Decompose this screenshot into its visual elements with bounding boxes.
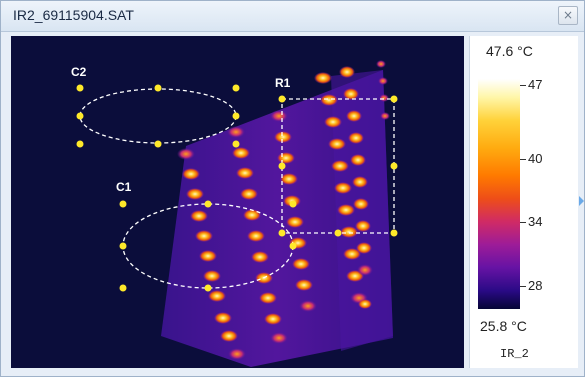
- roi-r1-handle[interactable]: [278, 229, 286, 237]
- ir-image-window: IR2_69115904.SAT × C2 R1 C1 47.6 °C 47 4…: [0, 0, 585, 377]
- roi-r1-handle[interactable]: [390, 162, 398, 170]
- scale-min-label: 25.8 °C: [480, 318, 527, 334]
- scale-tick: [520, 85, 526, 87]
- temperature-scale-panel: 47.6 °C 47 40 34 28 25.8 °C IR_2: [469, 36, 578, 368]
- scale-tick: [520, 222, 526, 224]
- close-icon[interactable]: ×: [558, 6, 578, 25]
- roi-c2-handle[interactable]: [76, 140, 84, 148]
- roi-c2-handle[interactable]: [154, 140, 162, 148]
- roi-c1-handle[interactable]: [119, 200, 127, 208]
- roi-c2-handle[interactable]: [232, 140, 240, 148]
- roi-c2-handle[interactable]: [76, 112, 84, 120]
- roi-c2-handle[interactable]: [76, 84, 84, 92]
- roi-c1-handle[interactable]: [119, 242, 127, 250]
- thermal-image: C2 R1 C1: [11, 36, 464, 368]
- roi-c1-handle[interactable]: [204, 284, 212, 292]
- temperature-color-bar: [478, 79, 520, 309]
- title-bar: IR2_69115904.SAT ×: [1, 1, 584, 32]
- roi-r1-handle[interactable]: [278, 162, 286, 170]
- scale-tick-label: 34: [528, 214, 543, 230]
- roi-c2-label: C2: [71, 65, 87, 79]
- panel-expand-arrow-icon[interactable]: [579, 196, 584, 206]
- roi-c1-label: C1: [116, 180, 132, 194]
- thermal-image-viewport[interactable]: C2 R1 C1: [11, 36, 464, 368]
- scale-tick: [520, 285, 526, 287]
- scale-tick-label: 28: [528, 277, 543, 293]
- roi-r1-label: R1: [275, 76, 291, 90]
- scale-tick: [520, 159, 526, 161]
- scale-tick-label: 40: [528, 151, 543, 167]
- window-title: IR2_69115904.SAT: [13, 7, 134, 23]
- roi-c1-handle[interactable]: [289, 242, 297, 250]
- roi-c2-handle[interactable]: [154, 84, 162, 92]
- roi-r1-handle[interactable]: [278, 95, 286, 103]
- roi-c1-handle[interactable]: [119, 284, 127, 292]
- roi-r1-handle[interactable]: [390, 229, 398, 237]
- roi-c1-handle[interactable]: [204, 200, 212, 208]
- roi-c2-handle[interactable]: [232, 84, 240, 92]
- scale-tick-label: 47: [528, 77, 543, 93]
- scale-max-label: 47.6 °C: [486, 43, 533, 59]
- roi-r1-handle[interactable]: [334, 229, 342, 237]
- roi-r1-handle[interactable]: [390, 95, 398, 103]
- scale-name-label: IR_2: [500, 347, 529, 361]
- roi-c2-handle[interactable]: [232, 112, 240, 120]
- roi-c1-handle[interactable]: [289, 200, 297, 208]
